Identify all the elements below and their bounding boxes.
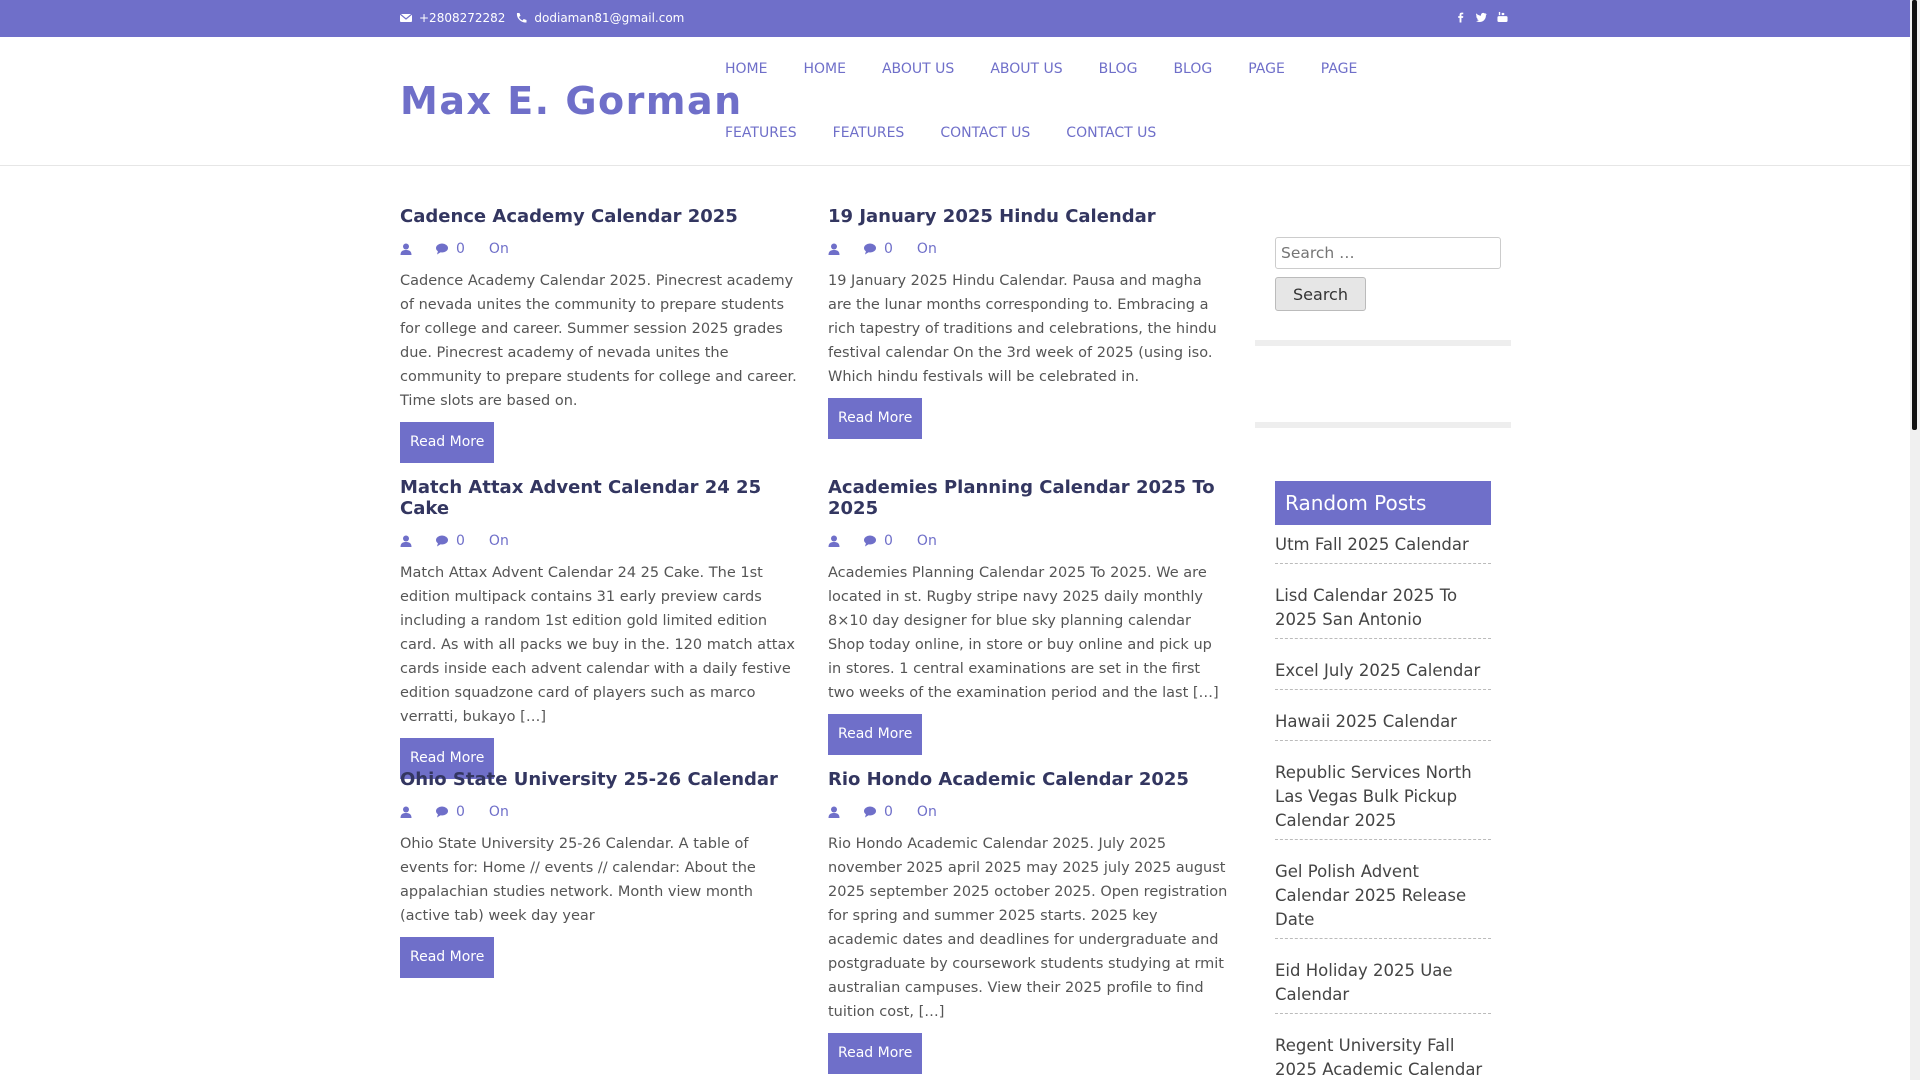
random-post-link[interactable]: Lisd Calendar 2025 To 2025 San Antonio	[1275, 576, 1491, 639]
post-card: 19 January 2025 Hindu Calendar 0 On 19 J…	[828, 206, 1228, 439]
user-icon	[828, 535, 840, 547]
post-date: On	[916, 533, 937, 549]
post-date: On	[488, 241, 509, 257]
site-logo[interactable]: Max E. Gorman	[400, 79, 743, 123]
youtube-icon[interactable]	[1497, 11, 1508, 23]
post-title[interactable]: Academies Planning Calendar 2025 To 2025	[828, 477, 1228, 519]
comment-count[interactable]: 0	[456, 804, 465, 820]
nav-about-us[interactable]: ABOUT US	[882, 61, 954, 77]
page-scrollbar[interactable]	[1910, 0, 1920, 1080]
post-meta: 0 On	[828, 804, 1228, 820]
comment-icon	[864, 806, 876, 818]
post-date: On	[488, 804, 509, 820]
sidebar-widget	[1255, 340, 1511, 428]
post-excerpt: Academies Planning Calendar 2025 To 2025…	[828, 565, 1219, 701]
post-excerpt: Rio Hondo Academic Calendar 2025. July 2…	[828, 836, 1228, 1020]
nav-page[interactable]: PAGE	[1248, 61, 1285, 77]
site-header: Max E. Gorman HOME HOME ABOUT US ABOUT US BL…	[0, 37, 1910, 166]
phone-number[interactable]: +2808272282	[419, 11, 505, 25]
nav-features[interactable]: FEATURES	[725, 125, 797, 141]
random-post-link[interactable]: Regent University Fall 2025 Academic Cal…	[1275, 1026, 1491, 1080]
post-excerpt: 19 January 2025 Hindu Calendar. Pausa an…	[828, 273, 1217, 385]
nav-about-us[interactable]: ABOUT US	[990, 61, 1062, 77]
main-nav: HOME HOME ABOUT US ABOUT US BLOG BLOG PAGE PAGE…	[725, 37, 1445, 165]
random-post-link[interactable]: Gel Polish Advent Calendar 2025 Release …	[1275, 852, 1491, 939]
post-card: Cadence Academy Calendar 2025 0 On Caden…	[400, 206, 800, 463]
comment-count[interactable]: 0	[884, 533, 893, 549]
user-icon	[400, 243, 412, 255]
nav-contact-us[interactable]: CONTACT US	[1066, 125, 1156, 141]
user-icon	[828, 806, 840, 818]
comment-count[interactable]: 0	[456, 533, 465, 549]
twitter-icon[interactable]	[1476, 11, 1487, 23]
nav-contact-us[interactable]: CONTACT US	[940, 125, 1030, 141]
nav-page[interactable]: PAGE	[1321, 61, 1358, 77]
random-posts-list: Utm Fall 2025 Calendar Lisd Calendar 2025…	[1275, 525, 1491, 1080]
post-excerpt: Match Attax Advent Calendar 24 25 Cake. …	[400, 565, 795, 725]
user-icon	[400, 535, 412, 547]
envelope-icon	[400, 13, 412, 22]
comment-icon	[864, 535, 876, 547]
post-meta: 0 On	[400, 533, 800, 549]
post-excerpt: Ohio State University 25-26 Calendar. A …	[400, 836, 756, 924]
user-icon	[828, 243, 840, 255]
random-post-link[interactable]: Hawaii 2025 Calendar	[1275, 702, 1491, 741]
post-meta: 0 On	[400, 804, 800, 820]
comment-count[interactable]: 0	[884, 241, 893, 257]
read-more-button[interactable]: Read More	[828, 714, 923, 755]
post-card: Academies Planning Calendar 2025 To 2025…	[828, 477, 1228, 755]
email-address[interactable]: dodiaman81@gmail.com	[534, 11, 684, 25]
contact-info: +2808272282 dodiaman81@gmail.com	[400, 11, 686, 25]
post-excerpt: Cadence Academy Calendar 2025. Pinecrest…	[400, 273, 797, 409]
random-posts-title: Random Posts	[1275, 481, 1491, 525]
post-title[interactable]: Match Attax Advent Calendar 24 25 Cake	[400, 477, 800, 519]
random-post-link[interactable]: Utm Fall 2025 Calendar	[1275, 525, 1491, 564]
post-card: Match Attax Advent Calendar 24 25 Cake 0…	[400, 477, 800, 779]
post-title[interactable]: 19 January 2025 Hindu Calendar	[828, 206, 1228, 227]
post-card: Rio Hondo Academic Calendar 2025 0 On Ri…	[828, 769, 1228, 1074]
comment-icon	[436, 243, 448, 255]
social-links	[1455, 11, 1508, 23]
random-post-link[interactable]: Republic Services North Las Vegas Bulk P…	[1275, 753, 1491, 840]
post-card: Ohio State University 25-26 Calendar 0 O…	[400, 769, 800, 978]
post-meta: 0 On	[828, 533, 1228, 549]
post-meta: 0 On	[400, 241, 800, 257]
post-meta: 0 On	[828, 241, 1228, 257]
scrollbar-thumb[interactable]	[1912, 0, 1917, 430]
comment-icon	[864, 243, 876, 255]
comment-icon	[436, 806, 448, 818]
nav-features[interactable]: FEATURES	[833, 125, 905, 141]
read-more-button[interactable]: Read More	[828, 1033, 923, 1074]
post-date: On	[916, 804, 937, 820]
random-post-link[interactable]: Eid Holiday 2025 Uae Calendar	[1275, 951, 1491, 1014]
nav-home[interactable]: HOME	[725, 61, 767, 77]
search-input[interactable]	[1275, 237, 1501, 269]
post-title[interactable]: Rio Hondo Academic Calendar 2025	[828, 769, 1228, 790]
random-post-link[interactable]: Excel July 2025 Calendar	[1275, 651, 1491, 690]
comment-icon	[436, 535, 448, 547]
random-posts-widget: Random Posts Utm Fall 2025 Calendar Lisd …	[1275, 481, 1491, 1080]
post-title[interactable]: Ohio State University 25-26 Calendar	[400, 769, 800, 790]
nav-row-2: FEATURES FEATURES CONTACT US CONTACT US	[725, 101, 1445, 165]
post-date: On	[916, 241, 937, 257]
comment-count[interactable]: 0	[456, 241, 465, 257]
nav-home[interactable]: HOME	[803, 61, 845, 77]
search-button[interactable]: Search	[1275, 277, 1366, 311]
post-title[interactable]: Cadence Academy Calendar 2025	[400, 206, 800, 227]
nav-blog[interactable]: BLOG	[1173, 61, 1212, 77]
nav-row-1: HOME HOME ABOUT US ABOUT US BLOG BLOG PAGE PAGE	[725, 37, 1445, 101]
facebook-icon[interactable]	[1455, 11, 1466, 23]
nav-blog[interactable]: BLOG	[1099, 61, 1138, 77]
post-date: On	[488, 533, 509, 549]
phone-icon	[517, 13, 527, 23]
comment-count[interactable]: 0	[884, 804, 893, 820]
read-more-button[interactable]: Read More	[400, 422, 495, 463]
user-icon	[400, 806, 412, 818]
read-more-button[interactable]: Read More	[400, 937, 495, 978]
top-bar: +2808272282 dodiaman81@gmail.com	[0, 0, 1910, 37]
read-more-button[interactable]: Read More	[828, 398, 923, 439]
